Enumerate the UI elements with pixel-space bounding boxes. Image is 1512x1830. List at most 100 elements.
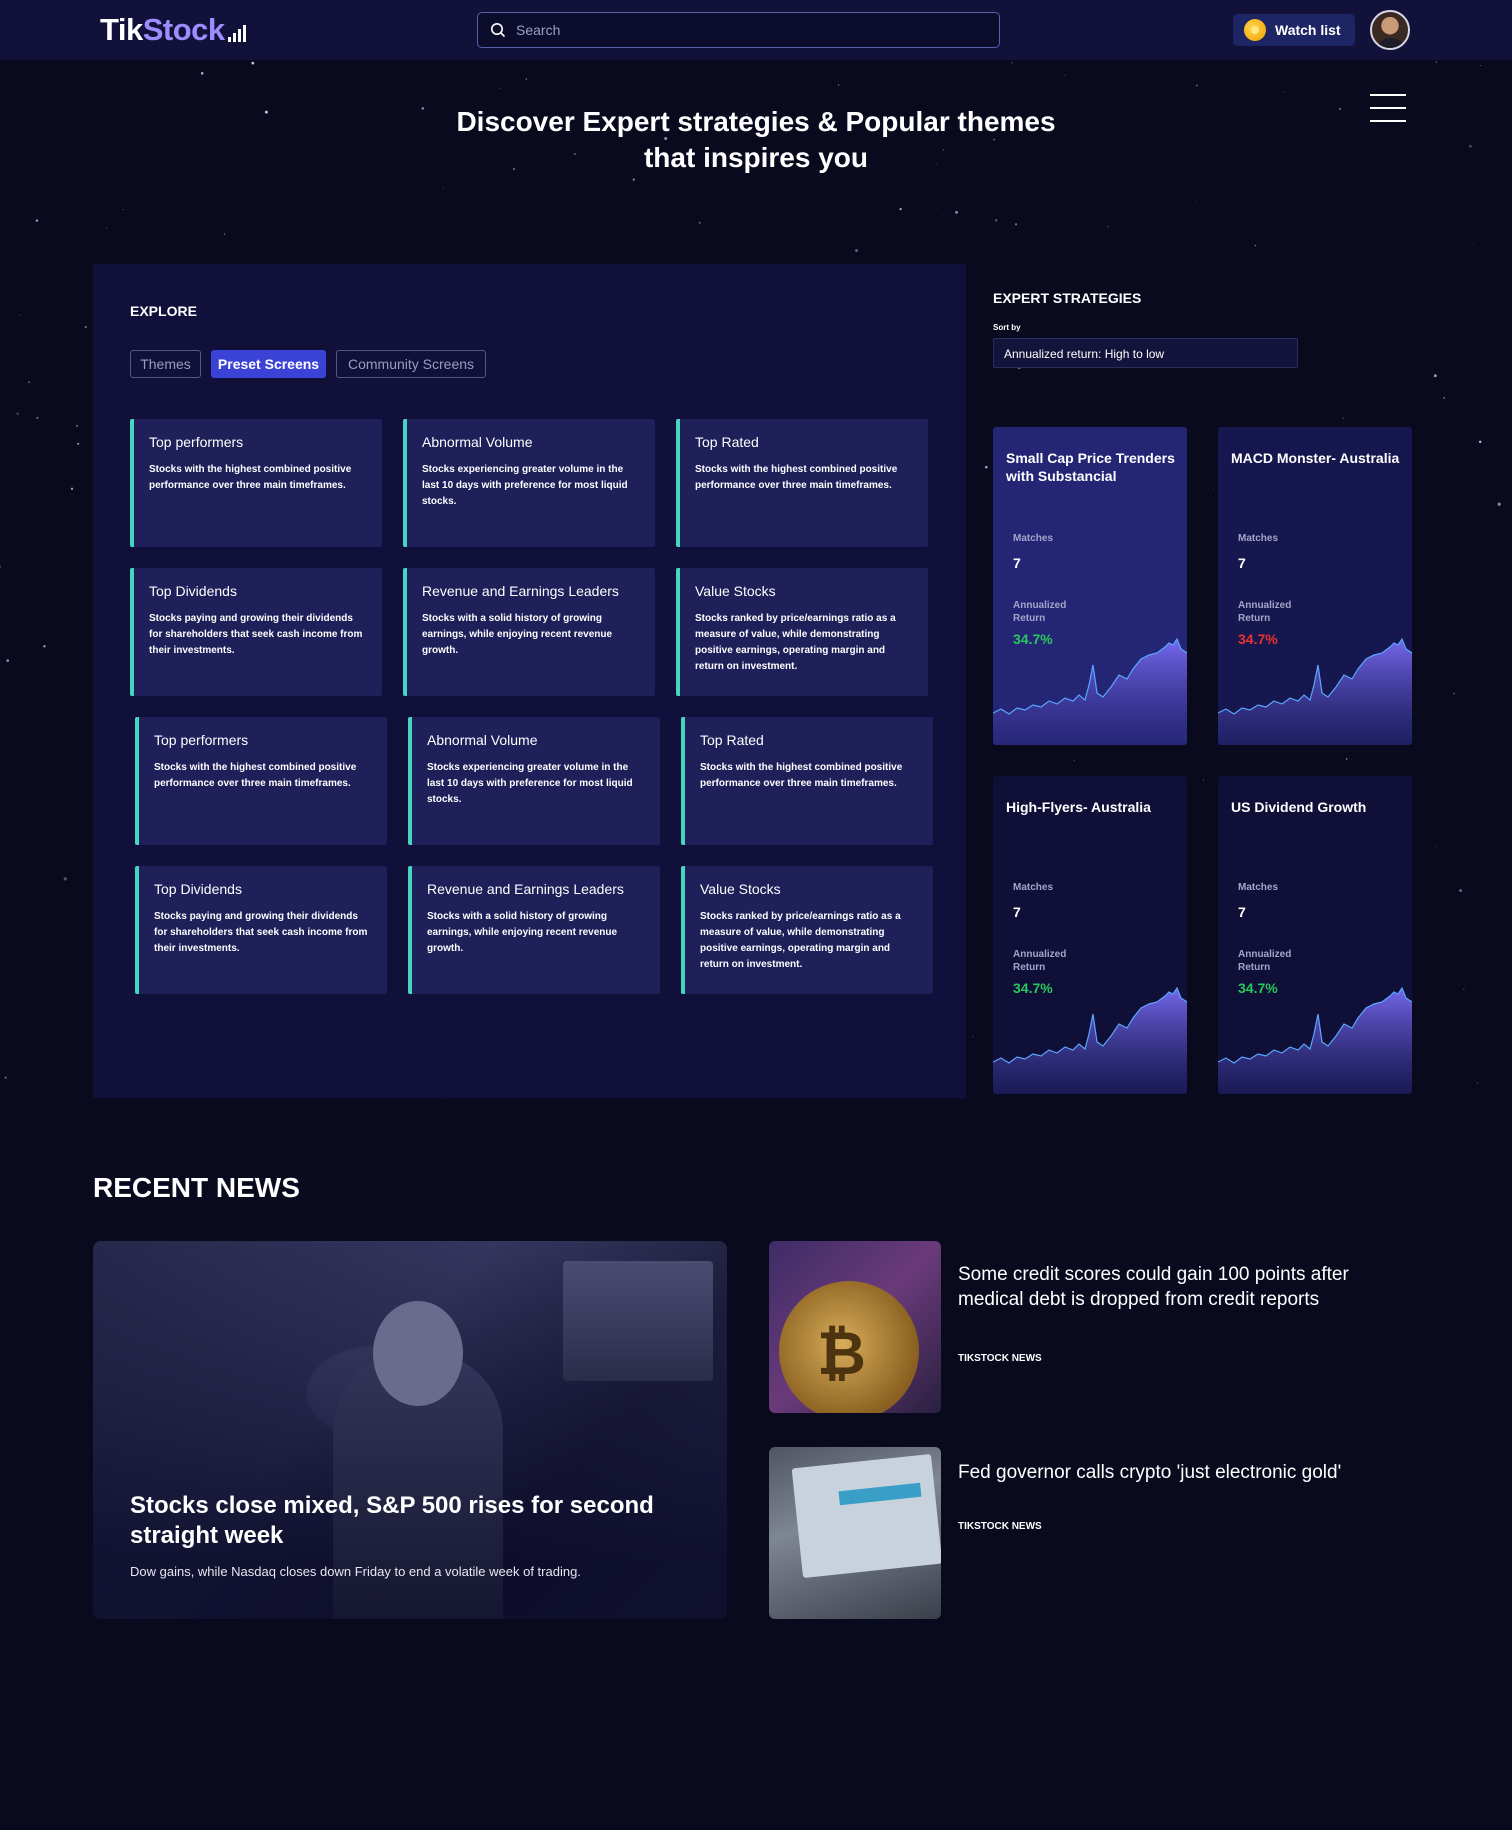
- annualized-return-value: 34.7%: [1013, 980, 1053, 996]
- page-title: Discover Expert strategies & Popular the…: [400, 104, 1112, 176]
- screen-card-title: Top Rated: [695, 434, 759, 450]
- matches-value: 7: [1238, 904, 1246, 920]
- screen-card-description: Stocks with the highest combined positiv…: [149, 464, 352, 491]
- featured-news-card[interactable]: Stocks close mixed, S&P 500 rises for se…: [93, 1241, 727, 1619]
- featured-news-subhead: Dow gains, while Nasdaq closes down Frid…: [130, 1564, 581, 1579]
- annualized-return-label: Annualized Return: [1013, 599, 1066, 625]
- screen-card[interactable]: Abnormal Volume Stocks experiencing great…: [403, 419, 655, 547]
- expert-strategies-heading: EXPERT STRATEGIES: [993, 290, 1142, 306]
- news-headline[interactable]: Some credit scores could gain 100 points…: [958, 1262, 1398, 1312]
- screen-card-title: Abnormal Volume: [422, 434, 533, 450]
- strategy-sparkline: [1218, 637, 1412, 745]
- trading-screen-image: [563, 1261, 713, 1381]
- strategy-sparkline: [1218, 986, 1412, 1094]
- screen-card-description: Stocks with a solid history of growing e…: [422, 613, 613, 656]
- annualized-return-value: 34.7%: [1238, 980, 1278, 996]
- tikstock-logo[interactable]: Tik Stock: [100, 12, 246, 48]
- hamburger-menu-icon[interactable]: [1370, 94, 1406, 122]
- screen-card-title: Revenue and Earnings Leaders: [422, 583, 619, 599]
- coin-icon: [1244, 19, 1266, 41]
- tab-preset-screens[interactable]: Preset Screens: [211, 350, 326, 378]
- news-headline[interactable]: Fed governor calls crypto 'just electron…: [958, 1460, 1398, 1485]
- annualized-return-value: 34.7%: [1013, 631, 1053, 647]
- trader-head-photo: [373, 1301, 463, 1406]
- matches-value: 7: [1013, 904, 1021, 920]
- screen-card-title: Top Dividends: [154, 881, 242, 897]
- matches-value: 7: [1013, 555, 1021, 571]
- screen-card-title: Top performers: [154, 732, 249, 748]
- strategy-name: High-Flyers- Australia: [1006, 799, 1151, 815]
- strategy-card[interactable]: High-Flyers- Australia Matches 7 Annuali…: [993, 776, 1187, 1094]
- screen-card[interactable]: Value Stocks Stocks ranked by price/earni…: [681, 866, 933, 994]
- page-title-line-2: that inspires you: [643, 142, 869, 173]
- annualized-return-label-line-1: Annualized: [1238, 600, 1292, 611]
- search-icon: [491, 23, 506, 38]
- search-input[interactable]: [516, 22, 976, 38]
- strategy-sparkline: [993, 986, 1187, 1094]
- screen-card[interactable]: Top Rated Stocks with the highest combine…: [681, 717, 933, 845]
- strategy-card[interactable]: Small Cap Price Trenders with Substancia…: [993, 427, 1187, 745]
- screen-card[interactable]: Top Dividends Stocks paying and growing t…: [135, 866, 387, 994]
- strategy-name: MACD Monster- Australia: [1231, 450, 1400, 466]
- screen-card[interactable]: Top Dividends Stocks paying and growing t…: [130, 568, 382, 696]
- matches-label: Matches: [1013, 533, 1054, 544]
- screen-card-description: Stocks experiencing greater volume in th…: [427, 762, 633, 805]
- screen-card-title: Top Rated: [700, 732, 764, 748]
- screen-card-description: Stocks with the highest combined positiv…: [154, 762, 357, 789]
- watchlist-label: Watch list: [1275, 22, 1341, 38]
- annualized-return-label-line-2: Return: [1238, 962, 1271, 973]
- credit-report-image[interactable]: [769, 1447, 941, 1619]
- screen-card-description: Stocks experiencing greater volume in th…: [422, 464, 628, 507]
- matches-value: 7: [1238, 555, 1246, 571]
- user-avatar[interactable]: [1370, 10, 1410, 50]
- matches-label: Matches: [1238, 882, 1279, 893]
- signal-bars-icon: [227, 25, 246, 42]
- logo-text-stock: Stock: [142, 12, 225, 47]
- explore-heading: EXPLORE: [130, 303, 197, 319]
- screen-card-description: Stocks paying and growing their dividend…: [154, 911, 368, 954]
- matches-label: Matches: [1013, 882, 1054, 893]
- screen-card[interactable]: Abnormal Volume Stocks experiencing great…: [408, 717, 660, 845]
- page-title-line-1: Discover Expert strategies & Popular the…: [456, 106, 1056, 137]
- screen-card-description: Stocks with the highest combined positiv…: [700, 762, 903, 789]
- sort-by-label: Sort by: [993, 323, 1021, 332]
- annualized-return-label-line-2: Return: [1013, 962, 1046, 973]
- annualized-return-label: Annualized Return: [1013, 948, 1066, 974]
- screen-card[interactable]: Revenue and Earnings Leaders Stocks with …: [403, 568, 655, 696]
- matches-label: Matches: [1238, 533, 1279, 544]
- search-box[interactable]: [477, 12, 1000, 48]
- screen-card-description: Stocks paying and growing their dividend…: [149, 613, 363, 656]
- top-navigation-bar: TikStock Watch list: [0, 0, 1512, 60]
- screen-card-title: Abnormal Volume: [427, 732, 538, 748]
- screen-card-description: Stocks ranked by price/earnings ratio as…: [700, 911, 901, 970]
- screen-card-title: Revenue and Earnings Leaders: [427, 881, 624, 897]
- strategy-card[interactable]: US Dividend Growth Matches 7 Annualized R…: [1218, 776, 1412, 1094]
- screen-card-title: Value Stocks: [700, 881, 781, 897]
- watchlist-button[interactable]: Watch list: [1233, 14, 1355, 46]
- recent-news-heading: RECENT NEWS: [93, 1172, 300, 1203]
- sort-select[interactable]: Annualized return: High to low: [993, 338, 1298, 368]
- screen-card-description: Stocks with a solid history of growing e…: [427, 911, 618, 954]
- news-source: TIKSTOCK NEWS: [958, 1521, 1042, 1532]
- logo-text-tik: Tik: [100, 12, 143, 47]
- bitcoin-image[interactable]: [769, 1241, 941, 1413]
- screen-card[interactable]: Top performers Stocks with the highest co…: [135, 717, 387, 845]
- annualized-return-label-line-2: Return: [1013, 613, 1046, 624]
- screen-card[interactable]: Revenue and Earnings Leaders Stocks with …: [408, 866, 660, 994]
- strategy-card[interactable]: MACD Monster- Australia Matches 7 Annual…: [1218, 427, 1412, 745]
- strategy-name: Small Cap Price Trenders with Substancia…: [1006, 450, 1175, 484]
- screen-card[interactable]: Top Rated Stocks with the highest combine…: [676, 419, 928, 547]
- screen-card[interactable]: Value Stocks Stocks ranked by price/earni…: [676, 568, 928, 696]
- strategy-name: US Dividend Growth: [1231, 799, 1367, 815]
- strategy-sparkline: [993, 637, 1187, 745]
- screen-card[interactable]: Top performers Stocks with the highest co…: [130, 419, 382, 547]
- tab-community-screens[interactable]: Community Screens: [336, 350, 486, 378]
- featured-news-headline: Stocks close mixed, S&P 500 rises for se…: [130, 1492, 654, 1549]
- news-source: TIKSTOCK NEWS: [958, 1353, 1042, 1364]
- annualized-return-label-line-1: Annualized: [1238, 949, 1292, 960]
- screen-card-description: Stocks ranked by price/earnings ratio as…: [695, 613, 896, 672]
- annualized-return-label: Annualized Return: [1238, 948, 1291, 974]
- annualized-return-label-line-1: Annualized: [1013, 949, 1067, 960]
- tab-themes[interactable]: Themes: [130, 350, 201, 378]
- annualized-return-label: Annualized Return: [1238, 599, 1291, 625]
